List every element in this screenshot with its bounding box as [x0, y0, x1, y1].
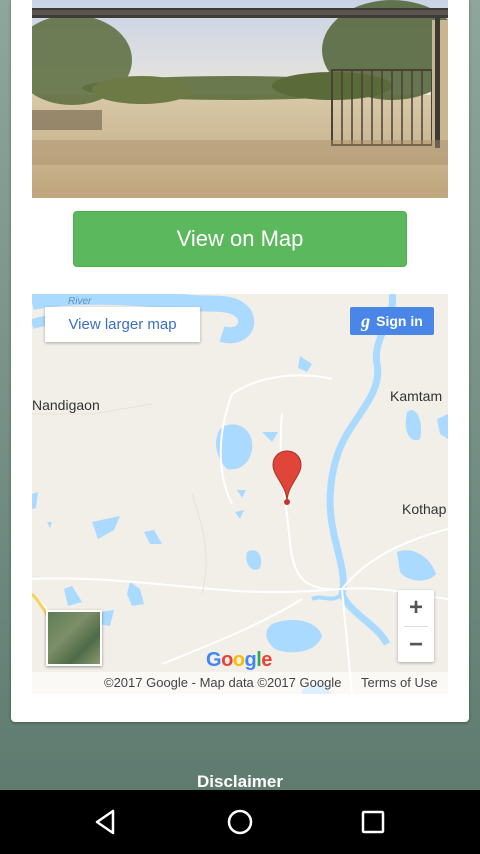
place-label-kamtam: Kamtam — [390, 388, 443, 404]
android-navigation-bar — [0, 790, 480, 854]
home-circle-icon[interactable] — [224, 806, 256, 838]
place-label-kothap: Kothap — [402, 501, 447, 517]
recents-square-icon[interactable] — [357, 806, 389, 838]
terms-of-use-link[interactable]: Terms of Use — [361, 675, 438, 690]
satellite-view-toggle[interactable] — [46, 610, 102, 666]
disclaimer-link[interactable]: Disclaimer — [0, 772, 480, 792]
map-attribution-bar: ©2017 Google - Map data ©2017 Google Ter… — [32, 672, 448, 694]
back-triangle-icon[interactable] — [91, 806, 123, 838]
place-label-nandigaon: Nandigaon — [32, 397, 100, 413]
view-larger-map-link[interactable]: View larger map — [45, 307, 200, 342]
map-copyright: ©2017 Google - Map data ©2017 Google — [104, 675, 342, 690]
google-sign-in-button[interactable]: g Sign in — [350, 307, 434, 335]
view-on-map-button[interactable]: View on Map — [73, 211, 407, 267]
location-photo — [32, 0, 448, 198]
zoom-in-button[interactable]: + — [398, 590, 434, 626]
zoom-control: + − — [398, 590, 434, 662]
google-g-icon: g — [361, 310, 371, 331]
sign-in-label: Sign in — [376, 313, 423, 329]
google-logo: Google — [206, 649, 272, 671]
place-label-river: River — [68, 296, 92, 307]
zoom-out-button[interactable]: − — [398, 627, 434, 662]
map-marker-pin-icon[interactable] — [272, 450, 302, 508]
embedded-map[interactable]: River Nandigaon Kamtam Kothap View large… — [32, 294, 448, 694]
